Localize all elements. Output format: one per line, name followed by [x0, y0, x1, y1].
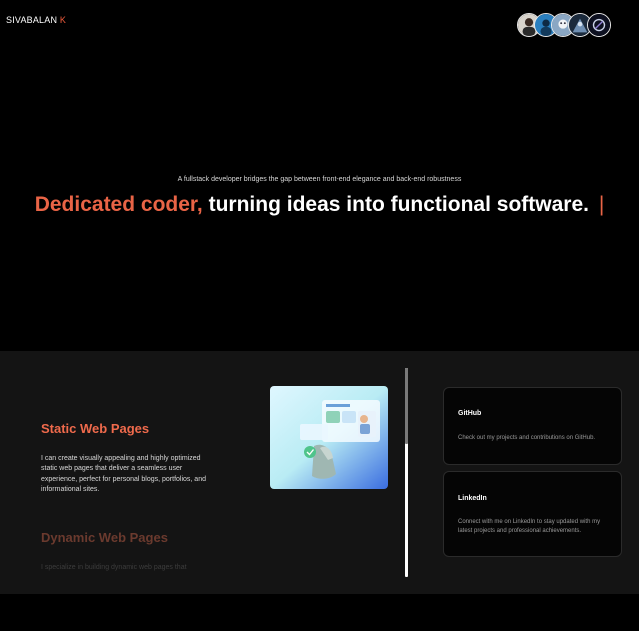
- card-text: Check out my projects and contributions …: [458, 435, 596, 441]
- linkedin-card[interactable]: LinkedIn Connect with me on LinkedIn to …: [443, 471, 622, 557]
- footer-strip: [0, 594, 639, 631]
- card-text: Connect with me on LinkedIn to stay upda…: [458, 519, 601, 534]
- hero-headline: Dedicated coder, turning ideas into func…: [0, 193, 639, 217]
- service-title-dynamic: Dynamic Web Pages: [41, 530, 168, 545]
- card-title: LinkedIn: [458, 495, 487, 502]
- top-bar: SIVABALAN K: [0, 0, 639, 44]
- service-description-static: I can create visually appealing and high…: [41, 455, 206, 494]
- avatar[interactable]: [587, 13, 611, 37]
- service-title-static: Static Web Pages: [41, 421, 150, 436]
- service-illustration: [270, 386, 388, 489]
- scrollbar-thumb[interactable]: [405, 368, 408, 444]
- hero-tagline: A fullstack developer bridges the gap be…: [177, 176, 462, 183]
- service-description-dynamic: I specialize in building dynamic web pag…: [41, 564, 187, 571]
- brand-initial: K: [59, 15, 67, 25]
- brand-logo[interactable]: SIVABALAN K: [6, 15, 66, 25]
- web-pages-illustration-icon: [270, 386, 388, 489]
- github-card[interactable]: GitHub Check out my projects and contrib…: [443, 387, 622, 465]
- card-title: GitHub: [458, 410, 482, 417]
- headline-accent: Dedicated coder,: [34, 193, 203, 216]
- brand-name: SIVABALAN: [6, 15, 58, 25]
- avatar-5-icon: [588, 14, 610, 36]
- headline-main: turning ideas into functional software.: [208, 193, 589, 216]
- typing-caret: |: [598, 193, 605, 216]
- avatar-group: [517, 13, 617, 39]
